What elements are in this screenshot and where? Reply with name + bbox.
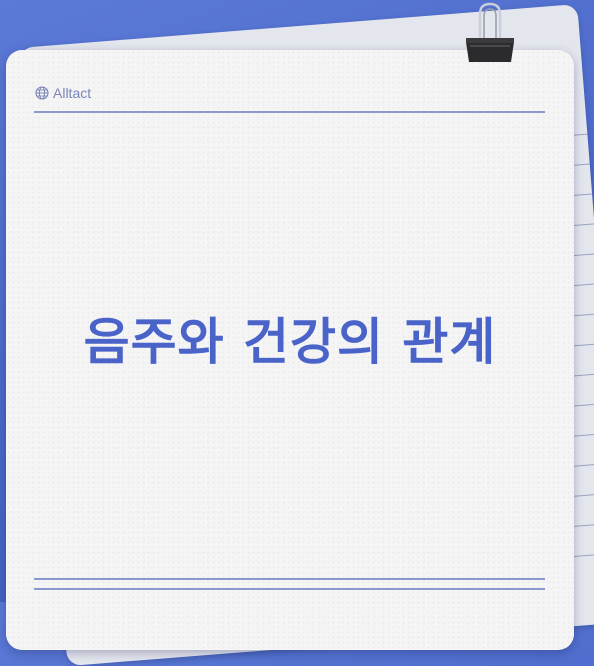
page-title: 음주와 건강의 관계 (83, 313, 497, 371)
header-divider (34, 111, 545, 113)
globe-icon (35, 86, 49, 100)
footer-divider-bottom (34, 588, 545, 590)
footer-divider-top (34, 578, 545, 580)
binder-clip-icon (466, 2, 514, 62)
brand-name: Alltact (53, 85, 92, 101)
front-paper-sheet: Alltact 음주와 건강의 관계 (6, 50, 574, 650)
brand: Alltact (35, 85, 91, 101)
